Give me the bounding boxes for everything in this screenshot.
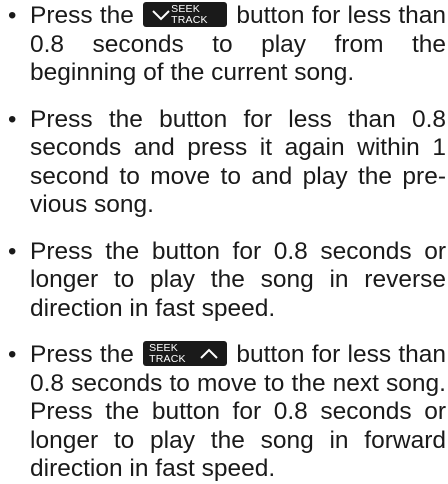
track-label: TRACK [149,352,186,365]
list-item: • Press the button for 0.8 seconds or lo… [0,238,448,324]
seek-track-down-button: SEEK TRACK [143,2,228,27]
bullet: • [8,237,17,265]
list-item: • Press the button for less than 0.8 sec… [0,106,448,220]
list-item: • Press the SEEK TRACK button for less t… [0,341,448,484]
instruction-list: • Press the SEEK TRACK button for less t… [0,0,448,484]
seek-track-label: SEEK TRACK [171,4,219,25]
item-1-pre: Press the [30,2,134,29]
seek-track-label: SEEK TRACK [149,343,197,364]
track-label: TRACK [171,13,208,26]
item-3-text: Press the button for 0.8 seconds or long… [30,237,446,322]
chevron-up-icon [200,348,218,359]
list-item: • Press the SEEK TRACK button for less t… [0,2,448,88]
item-4-pre: Press the [30,341,134,368]
chevron-down-icon [152,10,170,21]
seek-label: SEEK [149,342,178,354]
seek-label: SEEK [171,3,200,15]
bullet: • [8,105,17,133]
item-2-text: Press the button for less than 0.8 secon… [30,105,446,219]
bullet: • [8,341,17,368]
bullet: • [8,2,17,29]
seek-track-up-button: SEEK TRACK [143,341,228,366]
